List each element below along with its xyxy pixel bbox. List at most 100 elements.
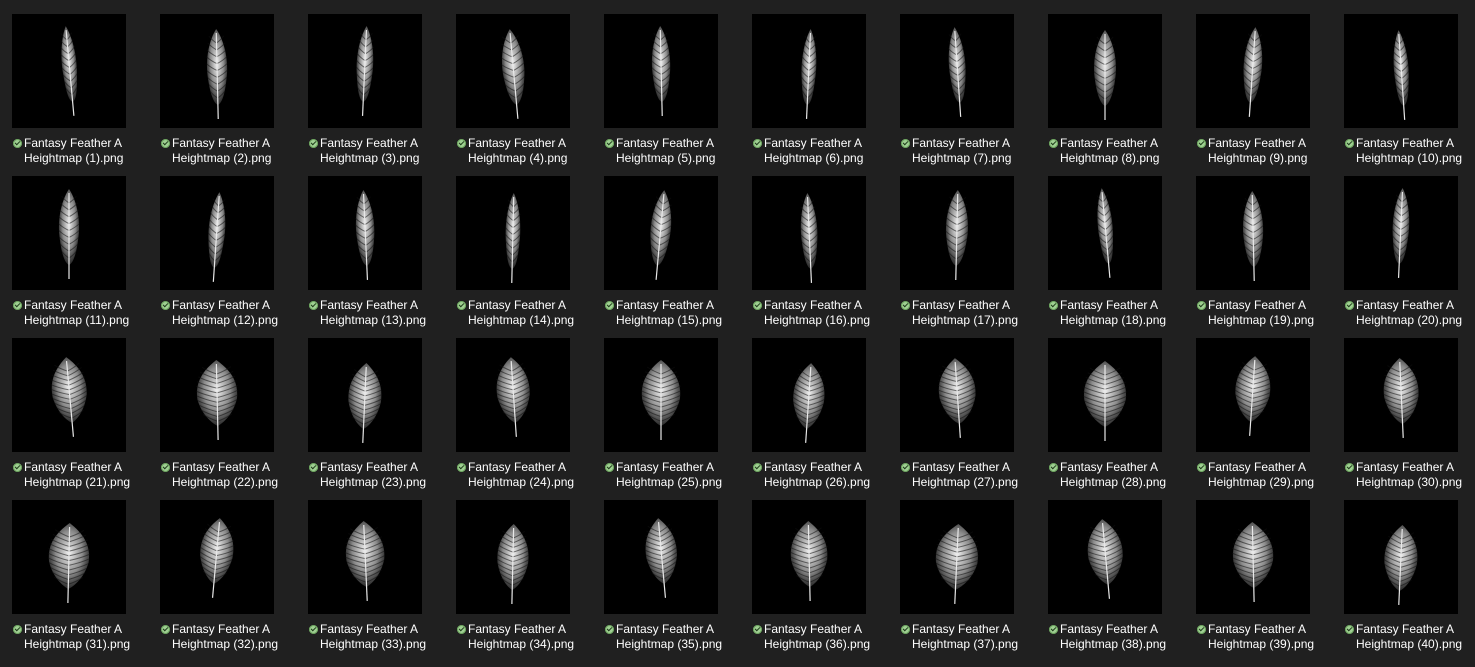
file-thumbnail[interactable] <box>456 14 570 128</box>
file-item[interactable]: Fantasy Feather A Heightmap (2).png <box>160 14 300 176</box>
file-item[interactable]: Fantasy Feather A Heightmap (14).png <box>456 176 596 338</box>
file-item[interactable]: Fantasy Feather A Heightmap (28).png <box>1048 338 1188 500</box>
file-thumbnail[interactable] <box>12 500 126 614</box>
file-name-label[interactable]: Fantasy Feather A Heightmap (24).png <box>468 460 596 490</box>
file-item[interactable]: Fantasy Feather A Heightmap (21).png <box>12 338 152 500</box>
file-name-label[interactable]: Fantasy Feather A Heightmap (28).png <box>1060 460 1188 490</box>
file-thumbnail[interactable] <box>308 176 422 290</box>
file-item[interactable]: Fantasy Feather A Heightmap (40).png <box>1344 500 1475 662</box>
file-item[interactable]: Fantasy Feather A Heightmap (8).png <box>1048 14 1188 176</box>
file-item[interactable]: Fantasy Feather A Heightmap (35).png <box>604 500 744 662</box>
file-name-label[interactable]: Fantasy Feather A Heightmap (29).png <box>1208 460 1336 490</box>
file-name-label[interactable]: Fantasy Feather A Heightmap (9).png <box>1208 136 1336 166</box>
file-thumbnail[interactable] <box>1048 176 1162 290</box>
file-item[interactable]: Fantasy Feather A Heightmap (4).png <box>456 14 596 176</box>
file-name-label[interactable]: Fantasy Feather A Heightmap (13).png <box>320 298 448 328</box>
file-thumbnail[interactable] <box>456 500 570 614</box>
file-thumbnail[interactable] <box>160 500 274 614</box>
file-name-label[interactable]: Fantasy Feather A Heightmap (1).png <box>24 136 152 166</box>
file-thumbnail[interactable] <box>604 500 718 614</box>
file-thumbnail[interactable] <box>752 338 866 452</box>
file-item[interactable]: Fantasy Feather A Heightmap (18).png <box>1048 176 1188 338</box>
file-thumbnail[interactable] <box>1048 500 1162 614</box>
file-thumbnail[interactable] <box>604 176 718 290</box>
file-name-label[interactable]: Fantasy Feather A Heightmap (5).png <box>616 136 744 166</box>
file-thumbnail[interactable] <box>604 14 718 128</box>
file-name-label[interactable]: Fantasy Feather A Heightmap (32).png <box>172 622 300 652</box>
file-thumbnail[interactable] <box>1196 500 1310 614</box>
file-thumbnail[interactable] <box>1196 176 1310 290</box>
file-name-label[interactable]: Fantasy Feather A Heightmap (27).png <box>912 460 1040 490</box>
file-name-label[interactable]: Fantasy Feather A Heightmap (6).png <box>764 136 892 166</box>
file-name-label[interactable]: Fantasy Feather A Heightmap (23).png <box>320 460 448 490</box>
file-name-label[interactable]: Fantasy Feather A Heightmap (22).png <box>172 460 300 490</box>
file-thumbnail[interactable] <box>160 14 274 128</box>
file-name-label[interactable]: Fantasy Feather A Heightmap (12).png <box>172 298 300 328</box>
file-name-label[interactable]: Fantasy Feather A Heightmap (20).png <box>1356 298 1475 328</box>
file-name-label[interactable]: Fantasy Feather A Heightmap (7).png <box>912 136 1040 166</box>
file-name-label[interactable]: Fantasy Feather A Heightmap (8).png <box>1060 136 1188 166</box>
file-thumbnail[interactable] <box>604 338 718 452</box>
file-item[interactable]: Fantasy Feather A Heightmap (1).png <box>12 14 152 176</box>
file-name-label[interactable]: Fantasy Feather A Heightmap (35).png <box>616 622 744 652</box>
file-name-label[interactable]: Fantasy Feather A Heightmap (11).png <box>24 298 152 328</box>
file-name-label[interactable]: Fantasy Feather A Heightmap (4).png <box>468 136 596 166</box>
file-item[interactable]: Fantasy Feather A Heightmap (30).png <box>1344 338 1475 500</box>
file-thumbnail[interactable] <box>900 338 1014 452</box>
file-thumbnail[interactable] <box>1196 338 1310 452</box>
file-item[interactable]: Fantasy Feather A Heightmap (32).png <box>160 500 300 662</box>
file-name-label[interactable]: Fantasy Feather A Heightmap (25).png <box>616 460 744 490</box>
file-item[interactable]: Fantasy Feather A Heightmap (36).png <box>752 500 892 662</box>
file-thumbnail[interactable] <box>160 338 274 452</box>
file-item[interactable]: Fantasy Feather A Heightmap (15).png <box>604 176 744 338</box>
file-name-label[interactable]: Fantasy Feather A Heightmap (19).png <box>1208 298 1336 328</box>
file-name-label[interactable]: Fantasy Feather A Heightmap (15).png <box>616 298 744 328</box>
file-name-label[interactable]: Fantasy Feather A Heightmap (21).png <box>24 460 152 490</box>
file-thumbnail[interactable] <box>160 176 274 290</box>
file-thumbnail[interactable] <box>12 338 126 452</box>
file-name-label[interactable]: Fantasy Feather A Heightmap (34).png <box>468 622 596 652</box>
file-thumbnail[interactable] <box>1048 338 1162 452</box>
file-item[interactable]: Fantasy Feather A Heightmap (29).png <box>1196 338 1336 500</box>
file-item[interactable]: Fantasy Feather A Heightmap (16).png <box>752 176 892 338</box>
file-item[interactable]: Fantasy Feather A Heightmap (22).png <box>160 338 300 500</box>
file-thumbnail[interactable] <box>900 176 1014 290</box>
file-item[interactable]: Fantasy Feather A Heightmap (3).png <box>308 14 448 176</box>
file-item[interactable]: Fantasy Feather A Heightmap (9).png <box>1196 14 1336 176</box>
file-name-label[interactable]: Fantasy Feather A Heightmap (36).png <box>764 622 892 652</box>
file-item[interactable]: Fantasy Feather A Heightmap (23).png <box>308 338 448 500</box>
file-name-label[interactable]: Fantasy Feather A Heightmap (37).png <box>912 622 1040 652</box>
file-thumbnail[interactable] <box>900 14 1014 128</box>
file-thumbnail[interactable] <box>1344 500 1458 614</box>
file-item[interactable]: Fantasy Feather A Heightmap (6).png <box>752 14 892 176</box>
file-item[interactable]: Fantasy Feather A Heightmap (17).png <box>900 176 1040 338</box>
file-thumbnail[interactable] <box>1344 338 1458 452</box>
file-item[interactable]: Fantasy Feather A Heightmap (26).png <box>752 338 892 500</box>
file-item[interactable]: Fantasy Feather A Heightmap (38).png <box>1048 500 1188 662</box>
file-item[interactable]: Fantasy Feather A Heightmap (25).png <box>604 338 744 500</box>
file-thumbnail[interactable] <box>308 338 422 452</box>
file-name-label[interactable]: Fantasy Feather A Heightmap (31).png <box>24 622 152 652</box>
file-thumbnail[interactable] <box>1344 14 1458 128</box>
file-item[interactable]: Fantasy Feather A Heightmap (10).png <box>1344 14 1475 176</box>
file-item[interactable]: Fantasy Feather A Heightmap (13).png <box>308 176 448 338</box>
file-thumbnail[interactable] <box>12 14 126 128</box>
file-thumbnail[interactable] <box>1344 176 1458 290</box>
file-item[interactable]: Fantasy Feather A Heightmap (12).png <box>160 176 300 338</box>
file-name-label[interactable]: Fantasy Feather A Heightmap (17).png <box>912 298 1040 328</box>
file-name-label[interactable]: Fantasy Feather A Heightmap (18).png <box>1060 298 1188 328</box>
file-thumbnail[interactable] <box>1196 14 1310 128</box>
file-thumbnail[interactable] <box>752 14 866 128</box>
file-item[interactable]: Fantasy Feather A Heightmap (39).png <box>1196 500 1336 662</box>
file-name-label[interactable]: Fantasy Feather A Heightmap (2).png <box>172 136 300 166</box>
file-item[interactable]: Fantasy Feather A Heightmap (34).png <box>456 500 596 662</box>
file-item[interactable]: Fantasy Feather A Heightmap (37).png <box>900 500 1040 662</box>
file-thumbnail[interactable] <box>456 338 570 452</box>
file-thumbnail[interactable] <box>1048 14 1162 128</box>
file-thumbnail[interactable] <box>752 176 866 290</box>
file-name-label[interactable]: Fantasy Feather A Heightmap (14).png <box>468 298 596 328</box>
file-thumbnail[interactable] <box>12 176 126 290</box>
file-name-label[interactable]: Fantasy Feather A Heightmap (26).png <box>764 460 892 490</box>
file-item[interactable]: Fantasy Feather A Heightmap (31).png <box>12 500 152 662</box>
file-name-label[interactable]: Fantasy Feather A Heightmap (38).png <box>1060 622 1188 652</box>
